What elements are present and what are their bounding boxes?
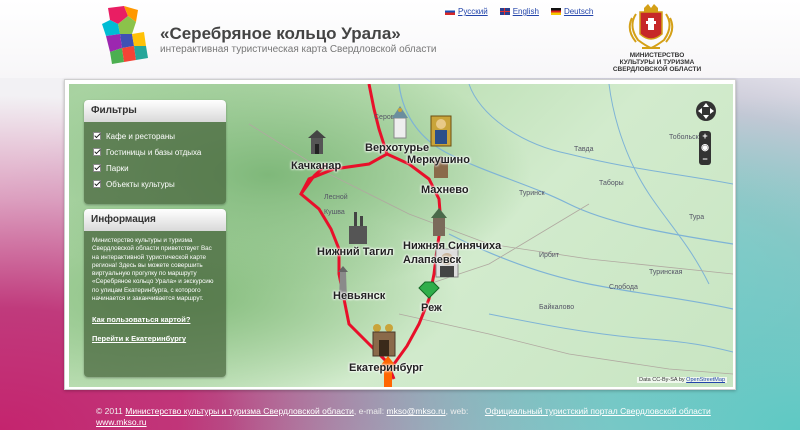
map-label: Слобода [609, 284, 638, 291]
site-logo-icon[interactable] [98, 6, 150, 68]
footer-portal-link[interactable]: Официальный туристский портал Свердловск… [485, 406, 711, 416]
city-label-rezh[interactable]: Реж [421, 302, 442, 314]
ministry-line-2: культуры и туризма [619, 59, 695, 66]
zoom-out-button[interactable]: − [702, 154, 707, 164]
city-label-verkhoturye[interactable]: Верхотурье [365, 142, 429, 154]
ministry-line-1: Министерство [629, 52, 685, 59]
filter-item[interactable]: Парки [84, 160, 226, 176]
map-zoom-control: + ◉ − [699, 131, 711, 165]
info-panel: Информация Министерство культуры и туриз… [84, 209, 226, 377]
map-attribution: Data CC-By-SA by OpenStreetMap [637, 377, 727, 383]
filter-label: Парки [106, 163, 129, 173]
openstreetmap-link[interactable]: OpenStreetMap [686, 377, 725, 383]
map-label: Туринская [649, 269, 683, 276]
map-label: Тобольск [669, 134, 699, 141]
kachkanar-marker-icon[interactable] [305, 128, 329, 158]
ministry-caption: Министерство культуры и туризма Свердлов… [612, 52, 702, 73]
uk-flag-icon [499, 8, 510, 15]
checkbox-checked-icon[interactable] [93, 132, 101, 140]
filters-list: Кафе и рестораны Гостиницы и базы отдыха… [84, 122, 226, 192]
map-label: Ирбит [539, 252, 560, 259]
germany-flag-icon [550, 8, 561, 15]
verkhoturye-marker-icon[interactable] [389, 106, 411, 140]
language-switcher: Русский English Deutsch [445, 7, 593, 16]
map-label: Лесной [324, 194, 348, 201]
checkbox-checked-icon[interactable] [93, 148, 101, 156]
go-to-ekaterinburg-link[interactable]: Перейти к Екатеринбургу [84, 334, 226, 343]
footer-web-label: , web: [445, 406, 469, 416]
footer: © 2011 Министерство культуры и туризма С… [96, 406, 736, 428]
filter-label: Объекты культуры [106, 179, 175, 189]
footer-email-link[interactable]: mkso@mkso.ru [387, 406, 446, 416]
footer-ministry-link[interactable]: Министерство культуры и туризма Свердлов… [125, 406, 354, 416]
rezh-gem-icon[interactable] [417, 280, 441, 300]
map-label: Тура [689, 214, 705, 221]
lang-deutsch-label: Deutsch [563, 7, 594, 16]
checkbox-checked-icon[interactable] [93, 180, 101, 188]
map-pan-control[interactable] [695, 100, 717, 122]
city-label-kachkanar[interactable]: Качканар [291, 160, 341, 172]
city-label-alapaevsk[interactable]: Алапаевск [403, 254, 461, 266]
nizhnyaya-sinyachikha-marker-icon[interactable] [429, 208, 449, 238]
filter-label: Гостиницы и базы отдыха [106, 147, 202, 157]
merkushino-icon-marker[interactable] [429, 114, 453, 148]
filters-title: Фильтры [84, 100, 226, 122]
filter-item[interactable]: Кафе и рестораны [84, 128, 226, 144]
map-label: Таборы [599, 180, 624, 187]
lang-russian[interactable]: Русский [445, 7, 488, 16]
lang-english[interactable]: English [499, 7, 539, 16]
city-label-makhnevo[interactable]: Махнево [421, 184, 469, 196]
filter-item[interactable]: Объекты культуры [84, 176, 226, 192]
filter-item[interactable]: Гостиницы и базы отдыха [84, 144, 226, 160]
city-label-nevyansk[interactable]: Невьянск [333, 290, 385, 302]
info-text: Министерство культуры и туризма Свердлов… [92, 237, 214, 303]
russia-flag-icon [445, 8, 455, 15]
filter-label: Кафе и рестораны [106, 131, 176, 141]
zoom-in-button[interactable]: + [702, 132, 707, 141]
footer-email-label: , e-mail: [353, 406, 385, 416]
checkbox-checked-icon[interactable] [93, 164, 101, 172]
map-label: Туринск [519, 190, 545, 197]
lang-deutsch[interactable]: Deutsch [550, 7, 594, 16]
how-to-use-link[interactable]: Как пользоваться картой? [84, 315, 226, 324]
info-title: Информация [84, 209, 226, 231]
attribution-text: Data CC-By-SA by [639, 377, 685, 383]
ministry-line-3: Свердловской области [612, 66, 702, 73]
site-subtitle: интерактивная туристическая карта Свердл… [160, 44, 437, 55]
map-label: Кушва [324, 209, 345, 216]
footer-web-link[interactable]: www.mkso.ru [96, 417, 147, 427]
footer-copyright: © 2011 [96, 406, 123, 416]
map-label: Байкалово [539, 304, 575, 311]
nizhny-tagil-marker-icon[interactable] [345, 212, 371, 246]
city-label-merkushino[interactable]: Меркушино [407, 154, 470, 166]
filters-panel: Фильтры Кафе и рестораны Гостиницы и баз… [84, 100, 226, 204]
city-label-ekaterinburg[interactable]: Екатеринбург [349, 362, 424, 374]
lang-russian-label: Русский [458, 7, 488, 16]
lang-english-label: English [512, 7, 539, 16]
coat-of-arms-icon [628, 4, 674, 50]
site-title: «Серебряное кольцо Урала» [160, 24, 401, 43]
city-label-nizhnyaya-sinyachikha[interactable]: Нижняя Синячиха [403, 240, 501, 252]
globe-icon[interactable]: ◉ [701, 143, 709, 152]
city-label-nizhny-tagil[interactable]: Нижний Тагил [317, 246, 394, 258]
map-label: Тавда [574, 146, 594, 153]
